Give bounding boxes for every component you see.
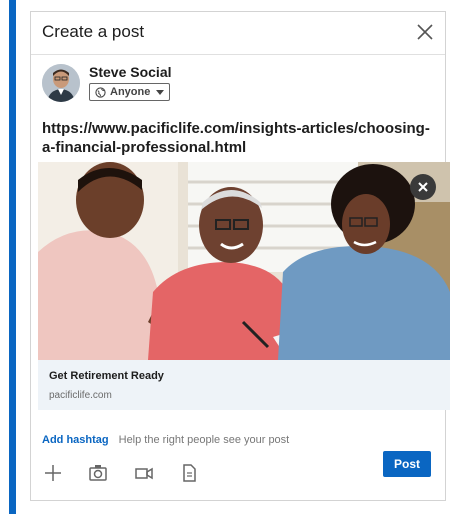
camera-icon[interactable] xyxy=(87,462,109,484)
avatar xyxy=(42,64,80,102)
globe-icon xyxy=(95,86,106,98)
link-preview-image xyxy=(38,162,450,360)
post-text[interactable]: https://www.pacificlife.com/insights-art… xyxy=(42,119,437,157)
hashtag-row: Add hashtag Help the right people see yo… xyxy=(42,434,289,446)
add-hashtag-link[interactable]: Add hashtag xyxy=(42,434,109,446)
chevron-down-icon xyxy=(156,89,165,95)
visibility-label: Anyone xyxy=(110,86,151,98)
document-icon[interactable] xyxy=(178,462,200,484)
hashtag-hint: Help the right people see your post xyxy=(118,434,290,446)
post-button[interactable]: Post xyxy=(383,451,431,477)
link-preview-domain: pacificlife.com xyxy=(49,390,112,401)
close-icon xyxy=(418,182,428,192)
create-post-modal: Create a post Steve Social Anyone https:… xyxy=(30,11,450,501)
modal-header: Create a post xyxy=(31,12,445,55)
plus-icon[interactable] xyxy=(42,462,64,484)
visibility-dropdown[interactable]: Anyone xyxy=(89,83,171,101)
link-preview-card[interactable]: Get Retirement Ready pacificlife.com xyxy=(38,360,450,410)
video-icon[interactable] xyxy=(133,462,155,484)
modal-title: Create a post xyxy=(42,22,145,41)
link-preview-title: Get Retirement Ready xyxy=(49,370,164,382)
left-accent-bar xyxy=(0,0,20,514)
author-name: Steve Social xyxy=(89,64,172,80)
remove-preview-button[interactable] xyxy=(410,174,436,200)
close-icon[interactable] xyxy=(411,18,439,46)
